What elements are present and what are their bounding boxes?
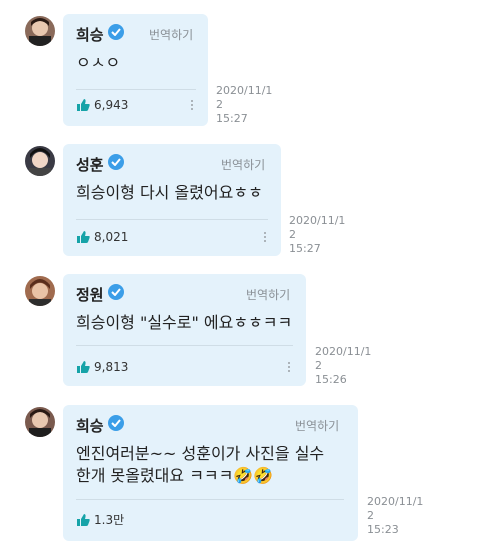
like-button[interactable]: 8,021 (76, 230, 128, 244)
translate-button[interactable]: 번역하기 (246, 286, 290, 303)
message-text: 희승이형 다시 올렸어요ㅎㅎ (76, 183, 263, 202)
avatar[interactable] (25, 146, 55, 176)
translate-button[interactable]: 번역하기 (295, 417, 339, 434)
message-bubble: 희승 번역하기 ㅇㅅㅇ 6,943 (63, 14, 208, 126)
sender-name: 정원 (76, 286, 104, 304)
avatar[interactable] (25, 16, 55, 46)
sender-name: 희승 (76, 417, 104, 435)
like-button[interactable]: 6,943 (76, 98, 128, 112)
divider (76, 499, 344, 500)
like-button[interactable]: 9,813 (76, 360, 128, 374)
verified-badge-icon (108, 24, 124, 40)
timestamp: 2020/11/1 2 15:26 (315, 345, 372, 386)
message-bubble: 정원 번역하기 희승이형 "실수로" 에요ㅎㅎㅋㅋ 9,813 (63, 274, 306, 386)
avatar[interactable] (25, 407, 55, 437)
sender-name: 희승 (76, 26, 104, 44)
divider (76, 219, 268, 220)
more-options-icon[interactable] (190, 100, 194, 112)
message-text: 희승이형 "실수로" 에요ㅎㅎㅋㅋ (76, 313, 293, 332)
divider (76, 345, 293, 346)
timestamp: 2020/11/1 2 15:23 (367, 495, 424, 536)
like-count: 6,943 (94, 98, 129, 112)
verified-badge-icon (108, 284, 124, 300)
timestamp: 2020/11/1 2 15:27 (216, 84, 273, 125)
translate-button[interactable]: 번역하기 (221, 156, 265, 173)
message-text: ㅇㅅㅇ (76, 53, 121, 72)
verified-badge-icon (108, 154, 124, 170)
like-count: 1.3만 (94, 513, 125, 527)
verified-badge-icon (108, 415, 124, 431)
thumbs-up-icon (77, 231, 90, 243)
thumbs-up-icon (77, 513, 90, 526)
message-bubble: 성훈 번역하기 희승이형 다시 올렸어요ㅎㅎ 8,021 (63, 144, 281, 256)
sender-name: 성훈 (76, 156, 104, 174)
like-count: 8,021 (94, 230, 129, 244)
more-options-icon[interactable] (263, 232, 267, 244)
like-button[interactable]: 1.3만 (76, 511, 124, 528)
thumbs-up-icon (77, 361, 90, 373)
divider (76, 89, 196, 90)
avatar[interactable] (25, 276, 55, 306)
message-bubble: 희승 번역하기 엔진여러분~~ 성훈이가 사진을 실수 한개 못올렸대요 ㅋㅋㅋ… (63, 405, 358, 541)
timestamp: 2020/11/1 2 15:27 (289, 214, 346, 255)
like-count: 9,813 (94, 360, 129, 374)
thumbs-up-icon (77, 99, 90, 111)
more-options-icon[interactable] (287, 362, 291, 374)
translate-button[interactable]: 번역하기 (149, 26, 193, 43)
message-text: 엔진여러분~~ 성훈이가 사진을 실수 한개 못올렸대요 ㅋㅋㅋ🤣🤣 (76, 444, 325, 485)
